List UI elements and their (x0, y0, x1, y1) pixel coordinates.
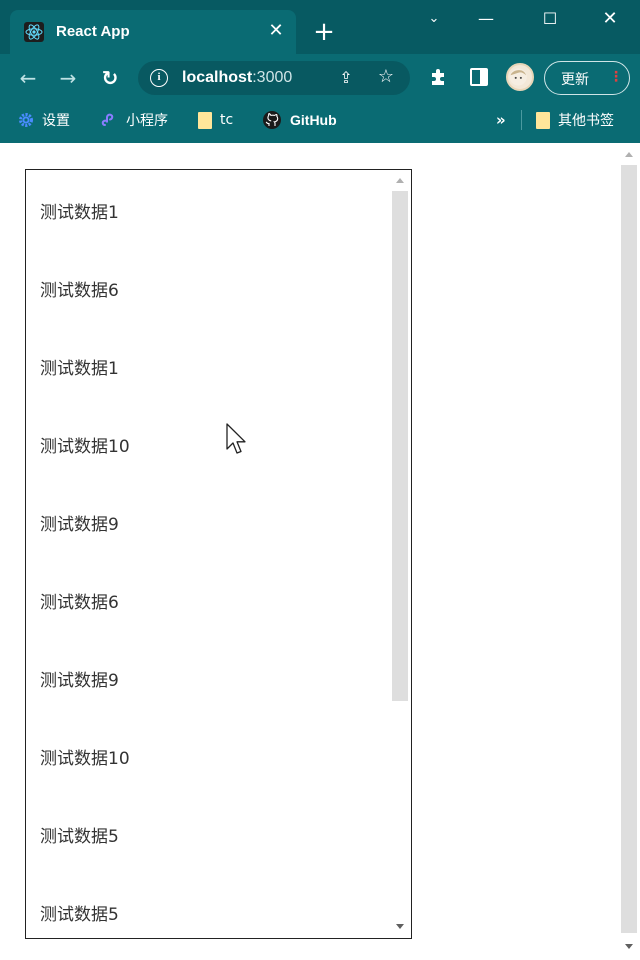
browser-chrome: React App ✕ + ⌄ — ☐ ✕ ← → ↻ i localhost:… (0, 0, 640, 143)
folder-icon (536, 111, 550, 129)
bookmark-label: GitHub (290, 112, 337, 128)
bookmarks-overflow-icon[interactable]: » (496, 109, 506, 131)
page-viewport: 测试数据1 测试数据6 测试数据1 测试数据10 测试数据9 测试数据6 测试数… (0, 143, 640, 960)
star-icon[interactable]: ☆ (376, 67, 396, 87)
share-icon[interactable]: ⇪ (336, 69, 356, 87)
bookmark-other[interactable]: 其他书签 (536, 109, 614, 131)
url-text[interactable]: localhost:3000 (182, 69, 292, 87)
list-item: 测试数据6 (40, 281, 119, 301)
bookmark-mini-program[interactable]: 小程序 (100, 109, 168, 131)
side-panel-icon[interactable] (470, 68, 488, 86)
minimize-icon[interactable]: — (466, 6, 506, 32)
bookmark-label: 设置 (42, 113, 70, 129)
list-item: 测试数据10 (40, 437, 130, 457)
list-scroll-down-arrow[interactable] (396, 924, 404, 929)
mouse-pointer-icon (226, 423, 246, 454)
forward-arrow-icon[interactable]: → (56, 66, 80, 90)
mini-program-icon (101, 113, 114, 126)
avatar[interactable] (506, 63, 534, 91)
new-tab-icon[interactable]: + (312, 19, 336, 45)
bookmarks-divider (521, 110, 522, 130)
maximize-icon[interactable]: ☐ (530, 6, 570, 32)
more-menu-icon[interactable]: ⋮ (609, 69, 623, 85)
info-icon[interactable]: i (150, 69, 168, 87)
update-button[interactable]: 更新 ⋮ (544, 61, 630, 95)
scroll-list[interactable]: 测试数据1 测试数据6 测试数据1 测试数据10 测试数据9 测试数据6 测试数… (25, 169, 412, 939)
bookmark-settings[interactable]: 设置 (18, 109, 70, 131)
reload-icon[interactable]: ↻ (98, 66, 122, 90)
window-close-icon[interactable]: ✕ (590, 6, 630, 32)
chevron-down-icon[interactable]: ⌄ (414, 6, 454, 32)
list-item: 测试数据5 (40, 905, 119, 925)
url-port: :3000 (252, 69, 293, 86)
bookmarks-bar: 设置 小程序 tc GitHub » 其他书签 (0, 102, 640, 140)
url-host: localhost (182, 69, 253, 86)
page-scrollbar-thumb[interactable] (621, 165, 637, 933)
list-item: 测试数据10 (40, 749, 130, 769)
folder-icon (198, 111, 212, 129)
back-arrow-icon[interactable]: ← (16, 66, 40, 90)
list-item: 测试数据9 (40, 515, 119, 535)
tab-title: React App (56, 23, 130, 40)
list-scrollbar-thumb[interactable] (392, 191, 408, 701)
update-label: 更新 (561, 72, 589, 88)
list-item: 测试数据5 (40, 827, 119, 847)
close-icon[interactable]: ✕ (266, 21, 286, 41)
list-item: 测试数据1 (40, 203, 119, 223)
list-scroll-up-arrow[interactable] (396, 178, 404, 183)
list-item: 测试数据9 (40, 671, 119, 691)
gear-icon (19, 113, 33, 127)
bookmark-github[interactable]: GitHub (262, 109, 337, 131)
react-icon (24, 22, 44, 42)
bookmark-label: 其他书签 (558, 113, 614, 129)
bookmark-label: 小程序 (126, 113, 168, 129)
puzzle-icon[interactable] (428, 66, 450, 88)
address-bar[interactable]: i localhost:3000 ⇪ ☆ (138, 61, 410, 95)
list-item: 测试数据1 (40, 359, 119, 379)
list-item: 测试数据6 (40, 593, 119, 613)
page-scroll-down-arrow[interactable] (625, 944, 633, 949)
page-scroll-up-arrow[interactable] (625, 152, 633, 157)
bookmark-label: tc (220, 112, 234, 128)
github-icon (263, 111, 281, 129)
bookmark-tc[interactable]: tc (198, 109, 233, 131)
tab-react-app[interactable]: React App ✕ (10, 10, 296, 54)
